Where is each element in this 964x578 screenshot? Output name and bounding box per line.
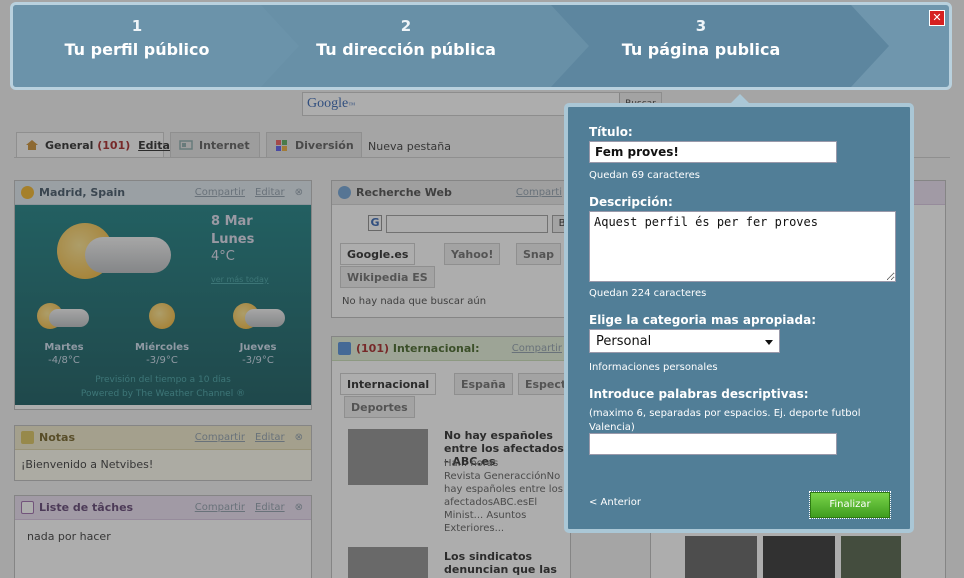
previous-step-link[interactable]: < Anterior [589, 497, 641, 508]
category-select[interactable]: Personal [589, 329, 780, 353]
title-label: Título: [589, 125, 633, 139]
description-textarea[interactable]: Aquest perfil és per fer proves [589, 211, 896, 282]
chevron-down-icon [765, 340, 773, 345]
title-remaining-chars: Quedan 69 caracteres [589, 170, 700, 181]
description-remaining-chars: Quedan 224 caracteres [589, 288, 707, 299]
wizard-step-3[interactable]: 3 Tu página publica [551, 5, 851, 87]
wizard-step-2[interactable]: 2 Tu dirección pública [261, 5, 551, 87]
close-icon[interactable]: ✕ [929, 10, 945, 26]
wizard-steps-bar: 1 Tu perfil público 2 Tu dirección públi… [10, 2, 952, 90]
keywords-label: Introduce palabras descriptivas: [589, 387, 809, 401]
description-label: Descripción: [589, 195, 673, 209]
public-page-dialog: Título: Quedan 69 caracteres Descripción… [564, 103, 914, 533]
finish-button[interactable]: Finalizar [809, 491, 891, 519]
step-chevron [551, 5, 589, 87]
step-chevron [261, 5, 299, 87]
wizard-step-1[interactable]: 1 Tu perfil público [13, 5, 261, 87]
category-description: Informaciones personales [589, 362, 718, 373]
category-label: Elige la categoria mas apropiada: [589, 313, 817, 327]
title-input[interactable] [589, 141, 837, 163]
keywords-input[interactable] [589, 433, 837, 455]
keywords-hint: (maximo 6, separadas por espacios. Ej. d… [589, 408, 861, 433]
step-chevron [851, 5, 889, 87]
